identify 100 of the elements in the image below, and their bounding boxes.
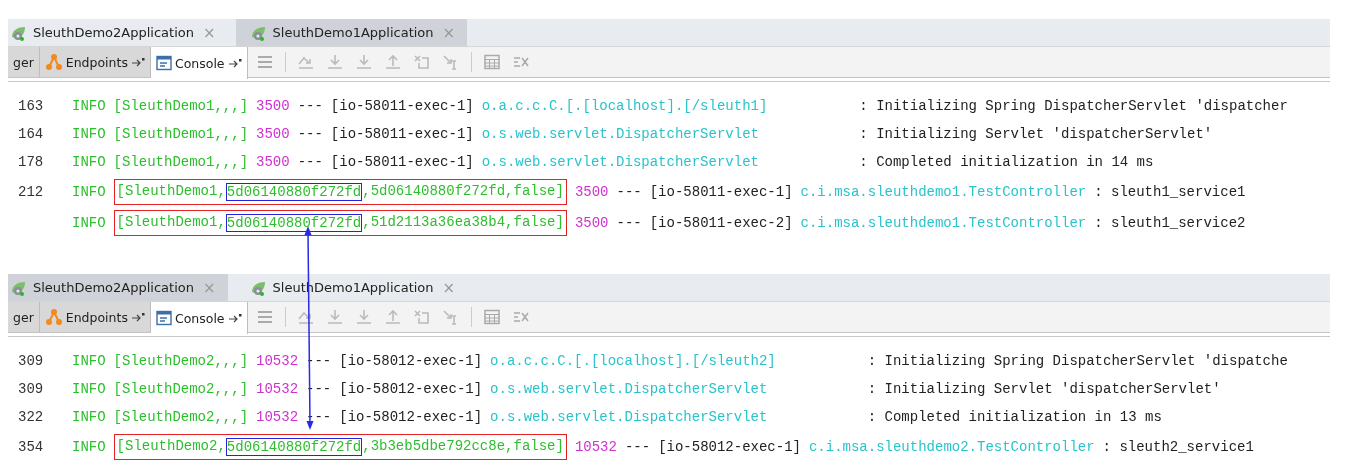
trace-tag: ,5d06140880f272fd,false] <box>362 182 564 201</box>
run-tab[interactable]: SleuthDemo2Application × <box>8 19 228 46</box>
trace-tag: ,51d2113a36ea38b4,false] <box>362 213 564 232</box>
trace-tag: ,3b3eb5dbe792cc8e,false] <box>362 437 564 456</box>
line-number: 178 <box>17 154 45 170</box>
tool-tab[interactable]: ger <box>8 47 40 77</box>
log-level: INFO <box>72 98 106 114</box>
thread-name: [io-58012-exec-1] <box>658 438 801 455</box>
separator-text: --- <box>616 183 642 200</box>
logger-name: o.s.web.servlet.DispatcherServlet <box>481 126 760 142</box>
logger-name: c.i.msa.sleuthdemo2.TestController <box>808 438 1095 455</box>
download-icon[interactable] <box>354 54 373 70</box>
thread-name: [io-58011-exec-1] <box>649 183 793 200</box>
logger-name: c.i.msa.sleuthdemo1.TestController <box>800 214 1087 231</box>
pin-icon <box>227 313 242 323</box>
separator-text: --- <box>297 98 323 114</box>
line-number: 322 <box>17 409 45 425</box>
thread-name: [io-58012-exec-1] <box>339 353 483 369</box>
process-id: 10532 <box>256 381 299 397</box>
process-id: 10532 <box>256 409 299 425</box>
tool-tab[interactable]: ger <box>8 302 40 332</box>
trace-id: 5d06140880f272fd <box>225 213 363 232</box>
filter-icon[interactable] <box>511 309 530 325</box>
thread-name: [io-58011-exec-1] <box>330 98 474 114</box>
line-number: 212 <box>17 183 45 200</box>
tool-tab[interactable]: Console <box>150 302 248 334</box>
log-level: INFO <box>72 381 106 397</box>
log-message: : sleuth1_service2 <box>1094 214 1246 231</box>
pin-icon <box>227 58 242 68</box>
trace-id: 5d06140880f272fd <box>225 182 363 201</box>
process-id: 3500 <box>256 126 290 142</box>
logger-name: o.s.web.servlet.DispatcherServlet <box>490 409 769 425</box>
clear-icon[interactable] <box>412 309 431 325</box>
pin-icon <box>130 312 145 322</box>
separator-text: --- <box>624 438 651 455</box>
thread-name: [io-58011-exec-1] <box>330 154 474 170</box>
menu-icon[interactable] <box>255 54 274 70</box>
line-number: 354 <box>17 438 45 455</box>
download-icon[interactable] <box>325 54 344 70</box>
thread-name: [io-58012-exec-1] <box>339 381 483 397</box>
process-id: 3500 <box>574 214 609 231</box>
log-level: INFO <box>72 438 106 455</box>
console-icon <box>155 55 172 71</box>
tool-tab[interactable]: Console <box>150 47 248 79</box>
nodes-icon <box>44 308 63 326</box>
download-icon[interactable] <box>354 309 373 325</box>
filter-icon[interactable] <box>511 54 530 70</box>
run-tab[interactable]: SleuthDemo2Application × <box>8 274 228 301</box>
pin-icon <box>130 57 145 67</box>
tool-tab[interactable]: Endpoints <box>39 47 151 77</box>
separator-text: --- <box>616 214 642 231</box>
log-message: : Initializing Servlet 'dispatcherServlet' <box>859 126 1213 142</box>
log-message: : Initializing Spring DispatcherServlet 'dispatcher <box>859 98 1288 114</box>
separator-text: --- <box>297 126 323 142</box>
logger-name: o.a.c.c.C.[.[localhost].[/sleuth1] <box>481 98 769 114</box>
thread-name: [io-58012-exec-1] <box>339 409 483 425</box>
download-icon[interactable] <box>325 309 344 325</box>
log-message: : Completed initialization in 14 ms <box>859 154 1154 170</box>
line-number: 163 <box>17 98 45 114</box>
line-number: 309 <box>17 381 45 397</box>
line-number: 309 <box>17 353 45 369</box>
log-level: INFO <box>72 214 106 231</box>
spring-app-icon <box>10 279 28 296</box>
tool-tab[interactable]: Endpoints <box>39 302 151 332</box>
separator-text: --- <box>306 409 332 425</box>
trace-tag: [SleuthDemo2, <box>116 437 226 456</box>
wrap-icon[interactable] <box>296 309 315 325</box>
process-id: 10532 <box>256 353 299 369</box>
clear-icon[interactable] <box>412 54 431 70</box>
log-message: : Completed initialization in 13 ms <box>867 409 1162 425</box>
process-id: 10532 <box>574 438 617 455</box>
log-level: INFO <box>72 154 106 170</box>
trace-tag: [SleuthDemo2,,,] <box>113 353 249 369</box>
log-message: : sleuth1_service1 <box>1094 183 1246 200</box>
log-message: : Initializing Spring DispatcherServlet 'dispatche <box>867 353 1288 369</box>
process-id: 3500 <box>256 154 290 170</box>
table-icon[interactable] <box>482 54 501 70</box>
spring-app-icon <box>249 24 268 41</box>
log-level: INFO <box>72 409 106 425</box>
trace-tag: [SleuthDemo2,,,] <box>113 381 249 397</box>
menu-icon[interactable] <box>255 309 274 325</box>
trace-tag: [SleuthDemo1, <box>116 182 226 201</box>
log-level: INFO <box>72 353 106 369</box>
trace-tag: [SleuthDemo1,,,] <box>113 126 249 142</box>
line-number: 164 <box>17 126 45 142</box>
logger-name: o.a.c.c.C.[.[localhost].[/sleuth2] <box>490 353 777 369</box>
trace-tag: [SleuthDemo1,,,] <box>113 98 249 114</box>
upload-icon[interactable] <box>383 309 402 325</box>
trace-tag: [SleuthDemo1, <box>116 213 226 232</box>
separator-text: --- <box>297 154 323 170</box>
upload-icon[interactable] <box>383 54 402 70</box>
spring-app-icon <box>249 279 268 296</box>
nodes-icon <box>44 53 63 71</box>
run-tab[interactable]: SleuthDemo1Application × <box>235 19 468 46</box>
logger-name: c.i.msa.sleuthdemo1.TestController <box>800 183 1087 200</box>
log-level: INFO <box>72 183 106 200</box>
table-icon[interactable] <box>482 309 501 325</box>
thread-name: [io-58011-exec-1] <box>330 126 474 142</box>
trace-tag: [SleuthDemo1,,,] <box>113 154 249 170</box>
log-level: INFO <box>72 126 106 142</box>
